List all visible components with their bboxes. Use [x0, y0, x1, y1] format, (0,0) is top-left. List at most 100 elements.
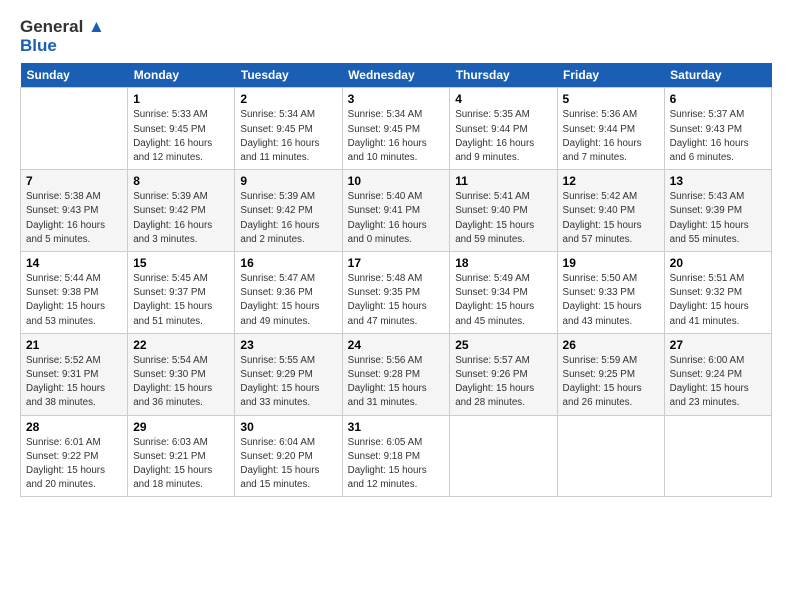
day-number: 27: [670, 338, 766, 352]
weekday-header-monday: Monday: [128, 63, 235, 88]
day-number: 23: [240, 338, 336, 352]
day-number: 17: [348, 256, 445, 270]
day-number: 12: [563, 174, 659, 188]
weekday-header-friday: Friday: [557, 63, 664, 88]
day-info: Sunrise: 5:54 AM Sunset: 9:30 PM Dayligh…: [133, 354, 229, 411]
day-info: Sunrise: 5:55 AM Sunset: 9:29 PM Dayligh…: [240, 354, 336, 411]
day-info: Sunrise: 6:01 AM Sunset: 9:22 PM Dayligh…: [26, 436, 122, 493]
day-number: 6: [670, 92, 766, 106]
day-number: 1: [133, 92, 229, 106]
calendar-cell: 4Sunrise: 5:35 AM Sunset: 9:44 PM Daylig…: [450, 88, 557, 170]
day-info: Sunrise: 5:52 AM Sunset: 9:31 PM Dayligh…: [26, 354, 122, 411]
day-info: Sunrise: 5:44 AM Sunset: 9:38 PM Dayligh…: [26, 272, 122, 329]
calendar-cell: 7 Sunrise: 5:38 AM Sunset: 9:43 PM Daylig…: [21, 170, 128, 252]
weekday-header-thursday: Thursday: [450, 63, 557, 88]
day-number: 7: [26, 174, 122, 188]
calendar-cell: 24 Sunrise: 5:56 AM Sunset: 9:28 PM Dayli…: [342, 333, 450, 415]
day-info: Sunrise: 6:00 AM Sunset: 9:24 PM Dayligh…: [670, 354, 766, 411]
weekday-header-tuesday: Tuesday: [235, 63, 342, 88]
week-row-3: 21 Sunrise: 5:52 AM Sunset: 9:31 PM Dayli…: [21, 333, 772, 415]
day-info: Sunrise: 5:37 AM Sunset: 9:43 PM Dayligh…: [670, 108, 766, 165]
day-number: 21: [26, 338, 122, 352]
calendar-cell: 12 Sunrise: 5:42 AM Sunset: 9:40 PM Dayli…: [557, 170, 664, 252]
day-number: 26: [563, 338, 659, 352]
day-info: Sunrise: 5:45 AM Sunset: 9:37 PM Dayligh…: [133, 272, 229, 329]
calendar-cell: [21, 88, 128, 170]
calendar-cell: 1 Sunrise: 5:33 AM Sunset: 9:45 PM Daylig…: [128, 88, 235, 170]
week-row-4: 28 Sunrise: 6:01 AM Sunset: 9:22 PM Dayli…: [21, 415, 772, 497]
day-number: 18: [455, 256, 551, 270]
weekday-header-wednesday: Wednesday: [342, 63, 450, 88]
day-number: 2: [240, 92, 336, 106]
day-info: Sunrise: 5:50 AM Sunset: 9:33 PM Dayligh…: [563, 272, 659, 329]
calendar-cell: 6 Sunrise: 5:37 AM Sunset: 9:43 PM Daylig…: [664, 88, 771, 170]
calendar-cell: 14 Sunrise: 5:44 AM Sunset: 9:38 PM Dayli…: [21, 252, 128, 334]
logo: General ▲ Blue: [20, 18, 105, 55]
day-info: Sunrise: 5:43 AM Sunset: 9:39 PM Dayligh…: [670, 190, 766, 247]
calendar-cell: 25 Sunrise: 5:57 AM Sunset: 9:26 PM Dayli…: [450, 333, 557, 415]
day-info: Sunrise: 5:34 AM Sunset: 9:45 PM Dayligh…: [348, 108, 445, 165]
day-number: 16: [240, 256, 336, 270]
weekday-header-row: SundayMondayTuesdayWednesdayThursdayFrid…: [21, 63, 772, 88]
day-number: 4: [455, 92, 551, 106]
day-number: 19: [563, 256, 659, 270]
day-number: 31: [348, 420, 445, 434]
calendar-cell: 29 Sunrise: 6:03 AM Sunset: 9:21 PM Dayli…: [128, 415, 235, 497]
day-number: 14: [26, 256, 122, 270]
calendar-cell: [450, 415, 557, 497]
calendar-cell: 11 Sunrise: 5:41 AM Sunset: 9:40 PM Dayli…: [450, 170, 557, 252]
calendar-cell: 23 Sunrise: 5:55 AM Sunset: 9:29 PM Dayli…: [235, 333, 342, 415]
weekday-header-saturday: Saturday: [664, 63, 771, 88]
day-number: 3: [348, 92, 445, 106]
day-info: Sunrise: 5:38 AM Sunset: 9:43 PM Dayligh…: [26, 190, 122, 247]
day-number: 28: [26, 420, 122, 434]
day-info: Sunrise: 5:56 AM Sunset: 9:28 PM Dayligh…: [348, 354, 445, 411]
calendar-cell: 9 Sunrise: 5:39 AM Sunset: 9:42 PM Daylig…: [235, 170, 342, 252]
calendar-cell: 22 Sunrise: 5:54 AM Sunset: 9:30 PM Dayli…: [128, 333, 235, 415]
day-info: Sunrise: 5:34 AM Sunset: 9:45 PM Dayligh…: [240, 108, 336, 165]
calendar-cell: [664, 415, 771, 497]
day-info: Sunrise: 6:03 AM Sunset: 9:21 PM Dayligh…: [133, 436, 229, 493]
calendar-cell: 19 Sunrise: 5:50 AM Sunset: 9:33 PM Dayli…: [557, 252, 664, 334]
day-info: Sunrise: 5:42 AM Sunset: 9:40 PM Dayligh…: [563, 190, 659, 247]
day-number: 29: [133, 420, 229, 434]
calendar-cell: 26Sunrise: 5:59 AM Sunset: 9:25 PM Dayli…: [557, 333, 664, 415]
day-number: 13: [670, 174, 766, 188]
calendar-cell: 28 Sunrise: 6:01 AM Sunset: 9:22 PM Dayli…: [21, 415, 128, 497]
day-info: Sunrise: 5:49 AM Sunset: 9:34 PM Dayligh…: [455, 272, 551, 329]
day-info: Sunrise: 5:33 AM Sunset: 9:45 PM Dayligh…: [133, 108, 229, 165]
header: General ▲ Blue: [20, 18, 772, 55]
day-info: Sunrise: 5:57 AM Sunset: 9:26 PM Dayligh…: [455, 354, 551, 411]
calendar-cell: 27 Sunrise: 6:00 AM Sunset: 9:24 PM Dayli…: [664, 333, 771, 415]
day-number: 11: [455, 174, 551, 188]
page-container: General ▲ Blue SundayMondayTuesdayWednes…: [0, 0, 792, 507]
day-number: 10: [348, 174, 445, 188]
day-number: 20: [670, 256, 766, 270]
day-info: Sunrise: 5:48 AM Sunset: 9:35 PM Dayligh…: [348, 272, 445, 329]
day-number: 22: [133, 338, 229, 352]
calendar-cell: 17 Sunrise: 5:48 AM Sunset: 9:35 PM Dayli…: [342, 252, 450, 334]
calendar-cell: 15 Sunrise: 5:45 AM Sunset: 9:37 PM Dayli…: [128, 252, 235, 334]
day-number: 5: [563, 92, 659, 106]
day-number: 8: [133, 174, 229, 188]
day-info: Sunrise: 5:39 AM Sunset: 9:42 PM Dayligh…: [240, 190, 336, 247]
day-info: Sunrise: 6:05 AM Sunset: 9:18 PM Dayligh…: [348, 436, 445, 493]
calendar-cell: 2 Sunrise: 5:34 AM Sunset: 9:45 PM Daylig…: [235, 88, 342, 170]
day-info: Sunrise: 5:41 AM Sunset: 9:40 PM Dayligh…: [455, 190, 551, 247]
calendar-cell: 20 Sunrise: 5:51 AM Sunset: 9:32 PM Dayli…: [664, 252, 771, 334]
day-number: 15: [133, 256, 229, 270]
day-info: Sunrise: 5:39 AM Sunset: 9:42 PM Dayligh…: [133, 190, 229, 247]
day-number: 24: [348, 338, 445, 352]
day-number: 9: [240, 174, 336, 188]
week-row-0: 1 Sunrise: 5:33 AM Sunset: 9:45 PM Daylig…: [21, 88, 772, 170]
day-info: Sunrise: 5:47 AM Sunset: 9:36 PM Dayligh…: [240, 272, 336, 329]
day-info: Sunrise: 5:51 AM Sunset: 9:32 PM Dayligh…: [670, 272, 766, 329]
calendar-table: SundayMondayTuesdayWednesdayThursdayFrid…: [20, 63, 772, 497]
logo-text: General ▲ Blue: [20, 18, 105, 55]
calendar-cell: 3 Sunrise: 5:34 AM Sunset: 9:45 PM Daylig…: [342, 88, 450, 170]
calendar-cell: 5 Sunrise: 5:36 AM Sunset: 9:44 PM Daylig…: [557, 88, 664, 170]
day-info: Sunrise: 5:36 AM Sunset: 9:44 PM Dayligh…: [563, 108, 659, 165]
day-number: 25: [455, 338, 551, 352]
calendar-cell: 31 Sunrise: 6:05 AM Sunset: 9:18 PM Dayli…: [342, 415, 450, 497]
calendar-cell: [557, 415, 664, 497]
